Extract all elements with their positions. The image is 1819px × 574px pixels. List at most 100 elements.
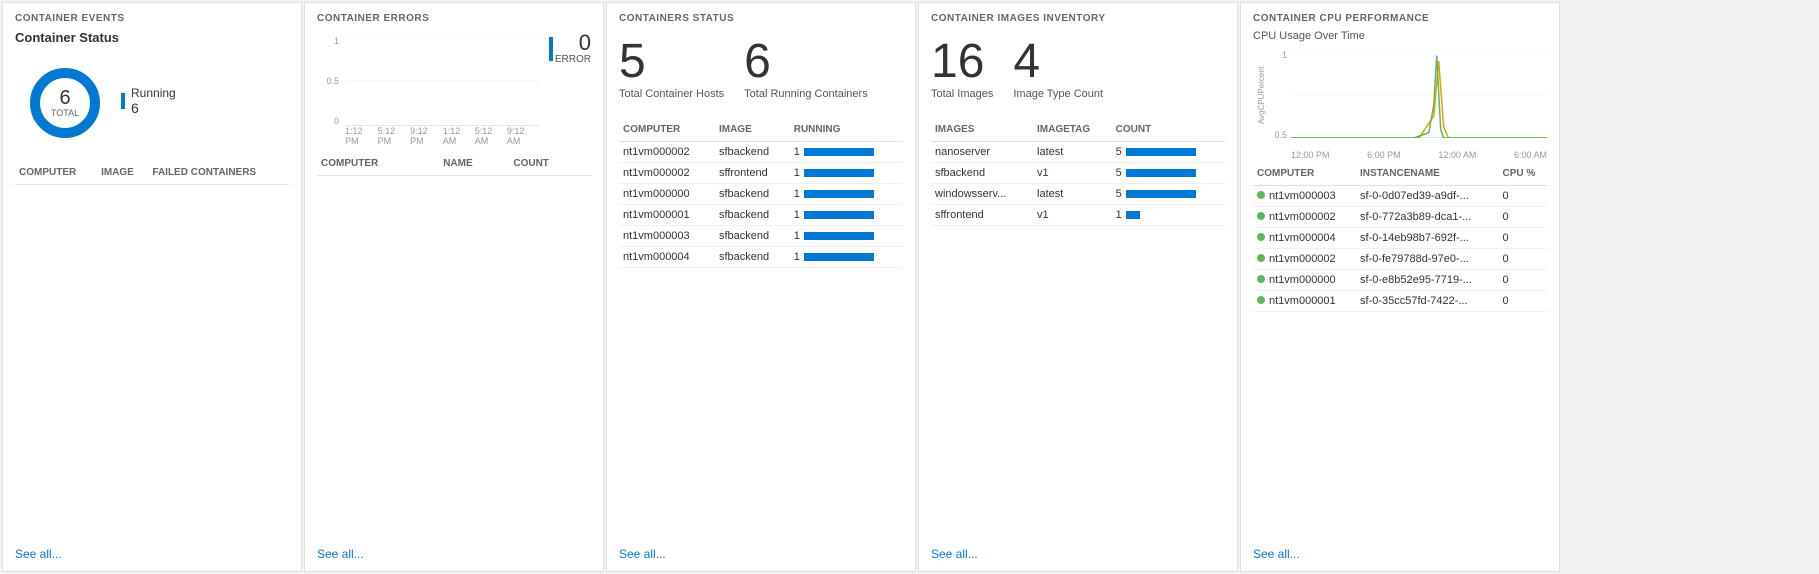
donut-label: TOTAL	[51, 109, 79, 119]
stat-hosts-label: Total Container Hosts	[619, 88, 724, 100]
donut-section: 6 TOTAL Running 6	[15, 53, 289, 159]
cpu-see-all[interactable]: See all...	[1253, 547, 1300, 561]
legend-running: Running 6	[121, 86, 176, 116]
images-table: IMAGES IMAGETAG COUNT nanoserver latest …	[931, 120, 1225, 226]
images-see-all[interactable]: See all...	[931, 547, 978, 561]
status-computer: nt1vm000003	[619, 226, 715, 247]
status-see-all[interactable]: See all...	[619, 547, 666, 561]
table-row: nt1vm000002 sf-0-fe79788d-97e0-... 0	[1253, 249, 1547, 270]
y-label-0: 0	[334, 116, 339, 126]
status-running: 1	[790, 205, 903, 226]
stat-total-images-number: 16	[931, 38, 993, 86]
x-label-1: 5:12 PM	[378, 126, 411, 146]
table-row: windowsserv... latest 5	[931, 184, 1225, 205]
status-dot	[1257, 212, 1265, 220]
cpu-instance: sf-0-0d07ed39-a9df-...	[1356, 186, 1499, 207]
cpu-computer: nt1vm000001	[1253, 291, 1356, 312]
status-title: CONTAINERS STATUS	[619, 13, 903, 24]
errors-chart-svg	[345, 36, 539, 126]
status-computer: nt1vm000000	[619, 184, 715, 205]
donut-center: 6 TOTAL	[51, 87, 79, 119]
cpu-x-1: 6:00 PM	[1367, 150, 1401, 160]
container-events-panel: CONTAINER EVENTS Container Status 6 TOTA…	[2, 2, 302, 572]
container-errors-panel: CONTAINER ERRORS 1 0.5 0 1:12 PM	[304, 2, 604, 572]
legend-bar-running	[121, 93, 125, 109]
table-row: nt1vm000000 sf-0-e8b52e95-7719-... 0	[1253, 270, 1547, 291]
errors-see-all[interactable]: See all...	[317, 547, 364, 561]
errors-col-name: NAME	[439, 154, 509, 176]
stat-image-type-number: 4	[1013, 38, 1103, 86]
cpu-chart-svg	[1291, 50, 1547, 138]
images-col-images: IMAGES	[931, 120, 1033, 142]
status-dot	[1257, 191, 1265, 199]
stat-total-images-label: Total Images	[931, 88, 993, 100]
errors-col-count: COUNT	[509, 154, 591, 176]
status-running: 1	[790, 247, 903, 268]
status-image: sfbackend	[715, 226, 790, 247]
images-image: windowsserv...	[931, 184, 1033, 205]
cpu-percent: 0	[1499, 186, 1547, 207]
table-row: nt1vm000003 sf-0-0d07ed39-a9df-... 0	[1253, 186, 1547, 207]
cpu-percent: 0	[1499, 228, 1547, 249]
cpu-chart-area: AvgCPUPercent 1 0.5 12:00 PM 6:00 PM 12:…	[1253, 50, 1547, 160]
errors-table: COMPUTER NAME COUNT	[317, 154, 591, 176]
status-table: COMPUTER IMAGE RUNNING nt1vm000002 sfbac…	[619, 120, 903, 268]
stat-image-type: 4 Image Type Count	[1013, 38, 1103, 100]
events-col-image: IMAGE	[97, 163, 148, 185]
status-dot	[1257, 233, 1265, 241]
cpu-col-cpu: CPU %	[1499, 164, 1547, 186]
table-row: nt1vm000002 sf-0-772a3b89-dca1-... 0	[1253, 207, 1547, 228]
stat-hosts-number: 5	[619, 38, 724, 86]
images-image: sffrontend	[931, 205, 1033, 226]
events-see-all[interactable]: See all...	[15, 547, 62, 561]
images-tag: v1	[1033, 205, 1112, 226]
stat-running-number: 6	[744, 38, 868, 86]
stat-total-images: 16 Total Images	[931, 38, 993, 100]
table-row: nt1vm000001 sfbackend 1	[619, 205, 903, 226]
events-table-section: COMPUTER IMAGE FAILED CONTAINERS	[15, 159, 289, 561]
images-count: 5	[1112, 184, 1225, 205]
status-running: 1	[790, 163, 903, 184]
status-col-image: IMAGE	[715, 120, 790, 142]
status-table-section: COMPUTER IMAGE RUNNING nt1vm000002 sfbac…	[619, 116, 903, 561]
status-dot	[1257, 275, 1265, 283]
x-label-5: 9:12 AM	[507, 126, 539, 146]
events-legend: Running 6	[121, 86, 176, 120]
error-badge: 0 ERROR	[549, 30, 591, 65]
x-label-0: 1:12 PM	[345, 126, 378, 146]
cpu-instance: sf-0-e8b52e95-7719-...	[1356, 270, 1499, 291]
status-computer: nt1vm000002	[619, 163, 715, 184]
status-stats: 5 Total Container Hosts 6 Total Running …	[619, 30, 903, 116]
table-row: nt1vm000002 sfbackend 1	[619, 142, 903, 163]
status-computer: nt1vm000004	[619, 247, 715, 268]
status-col-computer: COMPUTER	[619, 120, 715, 142]
images-count: 5	[1112, 163, 1225, 184]
status-computer: nt1vm000001	[619, 205, 715, 226]
legend-text-running: Running	[131, 86, 176, 100]
cpu-computer: nt1vm000000	[1253, 270, 1356, 291]
cpu-percent: 0	[1499, 291, 1547, 312]
errors-col-computer: COMPUTER	[317, 154, 439, 176]
errors-title: CONTAINER ERRORS	[317, 13, 591, 24]
table-row: nt1vm000003 sfbackend 1	[619, 226, 903, 247]
events-table: COMPUTER IMAGE FAILED CONTAINERS	[15, 163, 289, 185]
events-col-failed: FAILED CONTAINERS	[148, 163, 289, 185]
cpu-table: COMPUTER INSTANCENAME CPU % nt1vm000003 …	[1253, 164, 1547, 312]
y-label-05: 0.5	[326, 76, 339, 86]
cpu-y-05: 0.5	[1274, 130, 1287, 140]
cpu-x-2: 12:00 AM	[1438, 150, 1476, 160]
status-col-running: RUNNING	[790, 120, 903, 142]
cpu-x-3: 6:00 AM	[1514, 150, 1547, 160]
x-label-2: 9:12 PM	[410, 126, 443, 146]
cpu-computer: nt1vm000002	[1253, 249, 1356, 270]
donut-chart: 6 TOTAL	[25, 63, 105, 143]
x-label-4: 5:12 AM	[475, 126, 507, 146]
table-row: nt1vm000004 sf-0-14eb98b7-692f-... 0	[1253, 228, 1547, 249]
table-row: sffrontend v1 1	[931, 205, 1225, 226]
events-col-computer: COMPUTER	[15, 163, 97, 185]
error-label: ERROR	[555, 54, 591, 65]
images-tag: latest	[1033, 184, 1112, 205]
status-running: 1	[790, 142, 903, 163]
images-image: nanoserver	[931, 142, 1033, 163]
status-image: sfbackend	[715, 205, 790, 226]
